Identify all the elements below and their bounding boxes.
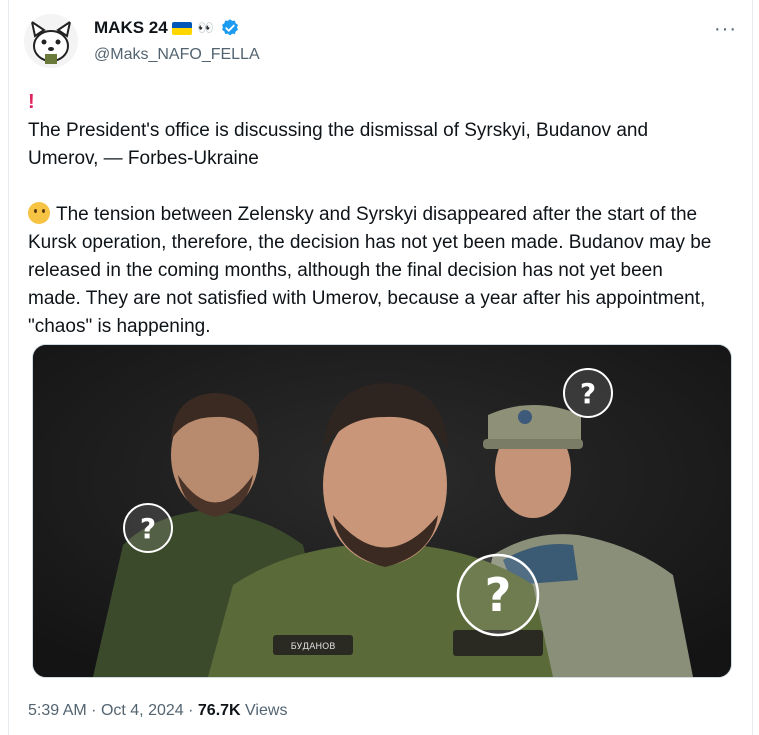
separator-dot: · xyxy=(188,702,194,719)
author-avatar[interactable] xyxy=(24,14,78,68)
display-name[interactable]: MAKS 24 xyxy=(94,18,168,38)
tweet-time[interactable]: 5:39 AM xyxy=(28,702,87,719)
more-options-icon[interactable]: ··· xyxy=(714,18,737,41)
author-handle[interactable]: @Maks_NAFO_FELLA xyxy=(94,46,260,64)
author-name-row[interactable]: MAKS 24 👀 xyxy=(94,18,240,38)
question-mark-icon: ? xyxy=(563,368,613,418)
thinking-face-icon xyxy=(28,202,50,224)
tweet-date[interactable]: Oct 4, 2024 xyxy=(101,702,184,719)
ukraine-flag-icon xyxy=(171,21,192,35)
three-men-photo: БУДАНОВ ? ? ? xyxy=(33,345,731,677)
eyes-icon: 👀 xyxy=(197,20,214,35)
verified-badge-icon xyxy=(221,19,238,36)
svg-text:?: ? xyxy=(580,377,596,410)
svg-text:?: ? xyxy=(485,568,512,622)
svg-text:?: ? xyxy=(140,512,156,545)
shiba-avatar-icon xyxy=(24,14,78,68)
tweet-text: ! The President's office is discussing t… xyxy=(28,88,718,341)
separator-dot: · xyxy=(91,702,97,719)
name-tag-text: БУДАНОВ xyxy=(291,642,336,652)
tweet-paragraph-2: The tension between Zelensky and Syrskyi… xyxy=(28,204,712,337)
tweet-image[interactable]: БУДАНОВ ? ? ? xyxy=(32,344,732,678)
question-mark-icon: ? xyxy=(456,553,540,637)
ukraine-flag-icon xyxy=(44,96,64,109)
tweet-paragraph-1: The President's office is discussing the… xyxy=(28,120,649,169)
exclamation-icon: ! xyxy=(28,91,35,113)
question-mark-icon: ? xyxy=(123,503,173,553)
views-label: Views xyxy=(245,702,288,719)
views-count: 76.7K xyxy=(197,702,241,719)
tweet-meta: 5:39 AM · Oct 4, 2024 · 76.7K Views xyxy=(28,702,287,720)
